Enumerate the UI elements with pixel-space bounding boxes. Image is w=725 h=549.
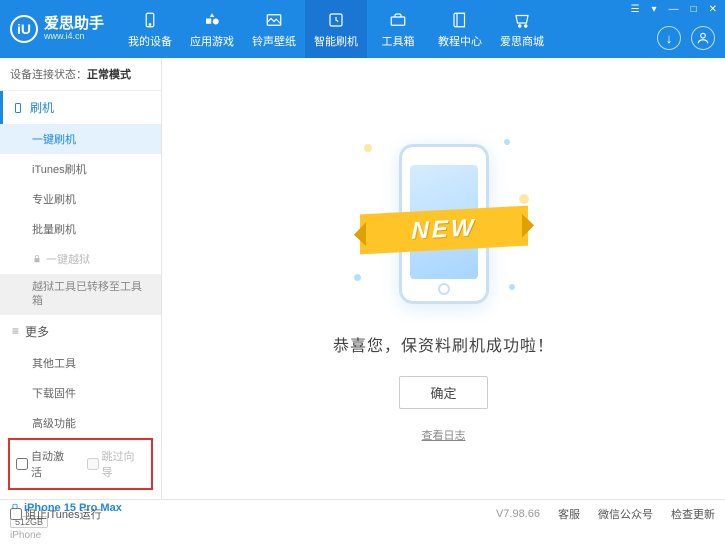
- sidebar-item-pro[interactable]: 专业刷机: [0, 184, 161, 214]
- phone-small-icon: [12, 102, 24, 114]
- main-nav: 我的设备 应用游戏 铃声壁纸 智能刷机 工具箱 教程中心 爱思商城: [119, 0, 553, 58]
- flash-icon: [326, 10, 346, 30]
- app-icon: [202, 10, 222, 30]
- image-icon: [264, 10, 284, 30]
- maximize-icon[interactable]: □: [689, 2, 699, 17]
- more-icon: ≡: [12, 324, 19, 338]
- nav-flash[interactable]: 智能刷机: [305, 0, 367, 58]
- download-button[interactable]: ↓: [657, 26, 681, 50]
- sidebar-section-flash[interactable]: 刷机: [0, 91, 161, 124]
- sidebar-item-other[interactable]: 其他工具: [0, 348, 161, 378]
- sidebar-item-itunes[interactable]: iTunes刷机: [0, 154, 161, 184]
- menu-icon[interactable]: ☰: [629, 2, 642, 17]
- sidebar-item-advanced[interactable]: 高级功能: [0, 408, 161, 438]
- phone-icon: [140, 10, 160, 30]
- options-highlight-box: 自动激活 跳过向导: [8, 438, 153, 490]
- device-type: iPhone: [10, 530, 151, 541]
- version-label: V7.98.66: [496, 508, 540, 520]
- nav-label: 教程中心: [438, 33, 482, 49]
- sidebar-item-batch[interactable]: 批量刷机: [0, 214, 161, 244]
- toolbox-icon: [388, 10, 408, 30]
- app-header: iU 爱思助手 www.i4.cn 我的设备 应用游戏 铃声壁纸 智能刷机 工具…: [0, 0, 725, 58]
- nav-label: 智能刷机: [314, 33, 358, 49]
- nav-label: 应用游戏: [190, 33, 234, 49]
- nav-ringtones[interactable]: 铃声壁纸: [243, 0, 305, 58]
- nav-apps[interactable]: 应用游戏: [181, 0, 243, 58]
- nav-tutorials[interactable]: 教程中心: [429, 0, 491, 58]
- check-update-link[interactable]: 检查更新: [671, 506, 715, 522]
- nav-toolbox[interactable]: 工具箱: [367, 0, 429, 58]
- minimize-icon[interactable]: —: [667, 2, 681, 17]
- connection-status: 设备连接状态：正常模式: [0, 58, 161, 91]
- nav-store[interactable]: 爱思商城: [491, 0, 553, 58]
- close-icon[interactable]: ✕: [707, 2, 719, 17]
- app-title: 爱思助手: [44, 16, 104, 33]
- sidebar-section-more[interactable]: ≡ 更多: [0, 315, 161, 348]
- nav-label: 铃声壁纸: [252, 33, 296, 49]
- skin-icon[interactable]: ▾: [650, 2, 659, 17]
- nav-label: 工具箱: [382, 33, 415, 49]
- auto-activate-checkbox[interactable]: 自动激活: [16, 448, 75, 480]
- support-link[interactable]: 客服: [558, 506, 580, 522]
- book-icon: [450, 10, 470, 30]
- nav-label: 我的设备: [128, 33, 172, 49]
- success-illustration: NEW: [354, 134, 534, 314]
- skip-guide-checkbox[interactable]: 跳过向导: [87, 448, 146, 480]
- view-log-link[interactable]: 查看日志: [422, 427, 466, 443]
- nav-my-device[interactable]: 我的设备: [119, 0, 181, 58]
- sidebar-item-jailbreak: 一键越狱: [0, 244, 161, 274]
- wechat-link[interactable]: 微信公众号: [598, 506, 653, 522]
- logo-area: iU 爱思助手 www.i4.cn: [10, 15, 104, 43]
- sidebar-item-oneclick[interactable]: 一键刷机: [0, 124, 161, 154]
- header-right: ↓: [657, 26, 715, 50]
- cart-icon: [512, 10, 532, 30]
- window-controls: ☰ ▾ — □ ✕: [629, 2, 719, 17]
- nav-label: 爱思商城: [500, 33, 544, 49]
- lock-icon: [32, 254, 42, 264]
- sidebar: 设备连接状态：正常模式 刷机 一键刷机 iTunes刷机 专业刷机 批量刷机 一…: [0, 58, 162, 499]
- success-message: 恭喜您，保资料刷机成功啦！: [333, 332, 554, 356]
- sidebar-item-moved-notice: 越狱工具已转移至工具箱: [0, 274, 161, 315]
- sidebar-item-download-fw[interactable]: 下载固件: [0, 378, 161, 408]
- block-itunes-checkbox[interactable]: 阻止iTunes运行: [10, 506, 102, 522]
- account-button[interactable]: [691, 26, 715, 50]
- ok-button[interactable]: 确定: [399, 376, 487, 409]
- app-url: www.i4.cn: [44, 32, 104, 42]
- logo-icon: iU: [10, 15, 38, 43]
- main-content: NEW 恭喜您，保资料刷机成功啦！ 确定 查看日志: [162, 58, 725, 499]
